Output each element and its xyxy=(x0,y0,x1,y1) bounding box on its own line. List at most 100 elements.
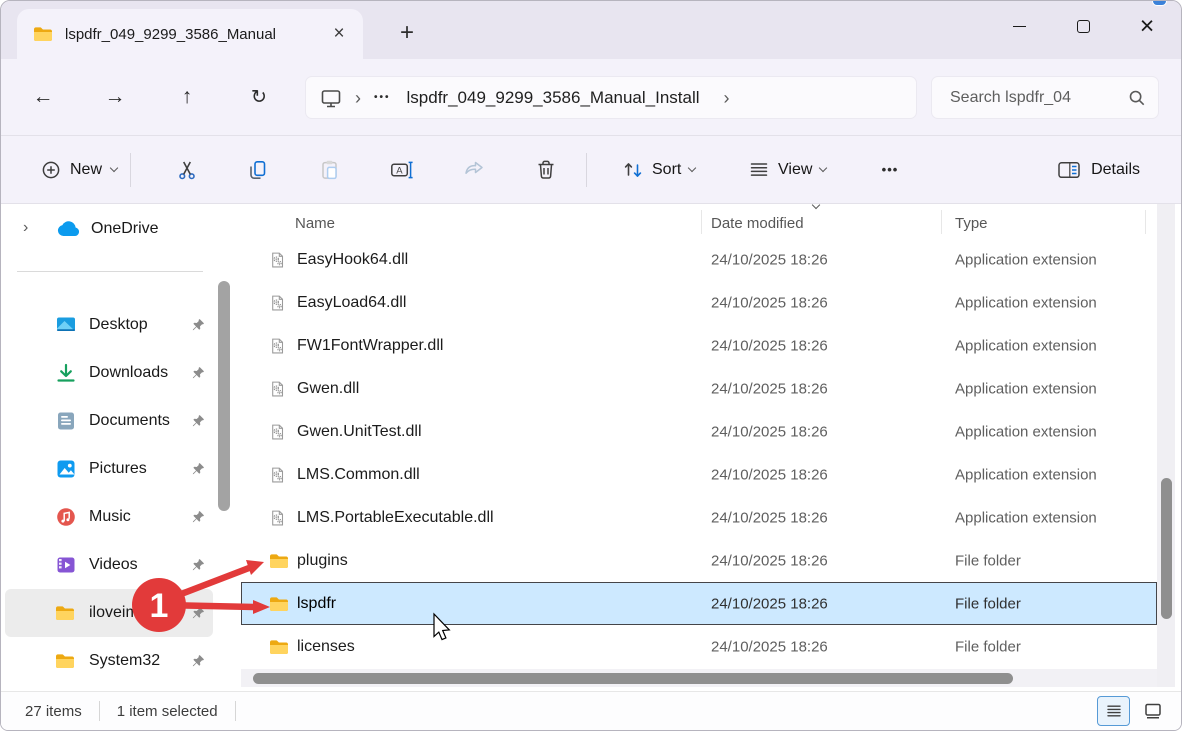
sidebar-item-label: Documents xyxy=(89,412,170,429)
minimize-button[interactable] xyxy=(987,1,1051,51)
file-name: plugins xyxy=(297,551,348,569)
sidebar-item-label: Videos xyxy=(89,556,138,573)
folder-icon xyxy=(55,605,75,621)
file-row[interactable]: lspdfr 24/10/2025 18:26 File folder xyxy=(241,582,1157,625)
sidebar-item-documents[interactable]: Documents xyxy=(5,397,213,445)
file-row[interactable]: EasyHook64.dll 24/10/2025 18:26 Applicat… xyxy=(241,238,1157,281)
copy-button[interactable] xyxy=(236,148,280,192)
column-header-type[interactable]: Type xyxy=(955,215,988,232)
dll-file-icon xyxy=(269,380,286,397)
details-pane-button[interactable]: Details xyxy=(1051,152,1146,188)
sidebar-item-label: System32 xyxy=(89,652,161,669)
pin-icon xyxy=(191,654,205,668)
vertical-scrollbar[interactable] xyxy=(1157,204,1175,687)
column-divider[interactable] xyxy=(701,210,702,234)
toolbar-separator xyxy=(586,152,587,187)
file-date-modified: 24/10/2025 18:26 xyxy=(711,294,828,311)
cut-icon xyxy=(179,161,195,179)
breadcrumb-current-folder[interactable]: lspdfr_049_9299_3586_Manual_Install xyxy=(407,88,700,108)
close-button[interactable]: × xyxy=(1115,1,1179,51)
file-date-modified: 24/10/2025 18:26 xyxy=(711,638,828,655)
more-options-button[interactable]: ••• xyxy=(869,150,911,190)
large-icons-view-icon xyxy=(1145,703,1161,719)
sidebar-item-downloads[interactable]: Downloads xyxy=(5,349,213,397)
sort-button[interactable]: Sort xyxy=(616,151,701,189)
file-name: Gwen.dll xyxy=(297,379,360,397)
new-button[interactable]: New xyxy=(35,152,123,188)
file-name: LMS.PortableExecutable.dll xyxy=(297,508,494,526)
file-row[interactable]: LMS.Common.dll 24/10/2025 18:26 Applicat… xyxy=(241,453,1157,496)
sort-label: Sort xyxy=(652,160,682,178)
sidebar-item-music[interactable]: Music xyxy=(5,493,213,541)
sidebar-scrollbar-thumb[interactable] xyxy=(218,281,230,511)
column-divider[interactable] xyxy=(1145,210,1146,234)
refresh-button[interactable]: ↻ xyxy=(240,78,278,116)
file-row[interactable]: EasyLoad64.dll 24/10/2025 18:26 Applicat… xyxy=(241,281,1157,324)
file-type: Application extension xyxy=(955,294,1097,311)
sidebar-item-onedrive[interactable]: › OneDrive xyxy=(1,207,213,251)
selection-status: 1 item selected xyxy=(116,702,218,720)
sidebar-item-desktop[interactable]: Desktop xyxy=(5,301,213,349)
column-header-name[interactable]: Name xyxy=(295,215,335,232)
dll-file-icon xyxy=(269,466,286,483)
large-icons-view-toggle[interactable] xyxy=(1138,696,1168,726)
window-controls: × xyxy=(987,1,1179,51)
share-button[interactable] xyxy=(452,148,496,192)
cut-button[interactable] xyxy=(165,148,209,192)
sidebar-item-iloveim[interactable]: iloveim xyxy=(5,589,213,637)
tab-close-icon[interactable]: × xyxy=(325,20,353,48)
details-label: Details xyxy=(1091,160,1140,178)
details-pane-icon xyxy=(1058,161,1080,178)
expand-chevron-icon[interactable]: › xyxy=(23,219,28,237)
vertical-scrollbar-thumb[interactable] xyxy=(1160,478,1172,619)
view-button[interactable]: View xyxy=(742,151,832,189)
navigation-pane: › OneDrive Desktop Downloads Documents P… xyxy=(1,204,233,693)
column-header-date-modified[interactable]: Date modified xyxy=(711,215,804,232)
dll-file-icon xyxy=(269,337,286,354)
back-button[interactable]: ← xyxy=(24,78,62,116)
address-bar[interactable]: › ••• lspdfr_049_9299_3586_Manual_Instal… xyxy=(305,76,917,119)
search-input[interactable] xyxy=(948,87,1128,108)
file-row[interactable]: plugins 24/10/2025 18:26 File folder xyxy=(241,539,1157,582)
horizontal-scrollbar-thumb[interactable] xyxy=(253,672,1013,684)
sidebar-item-system32[interactable]: System32 xyxy=(5,637,213,685)
search-box[interactable] xyxy=(931,76,1159,119)
file-name: licenses xyxy=(297,637,355,655)
explorer-tab[interactable]: lspdfr_049_9299_3586_Manual × xyxy=(17,9,363,59)
maximize-icon xyxy=(1076,19,1090,33)
file-row[interactable]: FW1FontWrapper.dll 24/10/2025 18:26 Appl… xyxy=(241,324,1157,367)
column-divider[interactable] xyxy=(941,210,942,234)
sidebar-item-videos[interactable]: Videos xyxy=(5,541,213,589)
pin-icon xyxy=(191,558,205,572)
column-headers: Name Date modified Type xyxy=(241,200,1157,238)
titlebar: lspdfr_049_9299_3586_Manual × + × xyxy=(1,1,1181,59)
breadcrumb-chevron-end-icon[interactable]: › xyxy=(724,89,730,107)
dll-file-icon xyxy=(269,509,286,526)
paste-button[interactable] xyxy=(308,148,352,192)
file-row[interactable]: licenses 24/10/2025 18:26 File folder xyxy=(241,625,1157,668)
maximize-button[interactable] xyxy=(1051,1,1115,51)
search-icon[interactable] xyxy=(1128,89,1146,107)
file-type: Application extension xyxy=(955,423,1097,440)
file-row[interactable]: Gwen.dll 24/10/2025 18:26 Application ex… xyxy=(241,367,1157,410)
pin-icon xyxy=(191,414,205,428)
new-tab-button[interactable]: + xyxy=(389,15,425,51)
command-bar: New A Sort View ••• Details xyxy=(1,136,1181,204)
new-label: New xyxy=(70,160,103,178)
file-row[interactable]: LMS.PortableExecutable.dll 24/10/2025 18… xyxy=(241,496,1157,539)
chevron-down-icon xyxy=(109,163,119,173)
horizontal-scrollbar[interactable] xyxy=(241,669,1157,687)
file-explorer-window: lspdfr_049_9299_3586_Manual × + × ← → ↑ … xyxy=(0,0,1182,731)
pin-icon xyxy=(191,366,205,380)
file-row[interactable]: Gwen.UnitTest.dll 24/10/2025 18:26 Appli… xyxy=(241,410,1157,453)
breadcrumb-ellipsis[interactable]: ••• xyxy=(374,92,391,103)
this-pc-icon[interactable] xyxy=(320,88,342,108)
rename-button[interactable]: A xyxy=(380,148,424,192)
toolbar-separator xyxy=(130,152,131,187)
up-button[interactable]: ↑ xyxy=(168,78,206,116)
details-view-toggle[interactable] xyxy=(1097,696,1130,726)
delete-button[interactable] xyxy=(524,148,568,192)
music-icon xyxy=(55,506,77,528)
sidebar-item-pictures[interactable]: Pictures xyxy=(5,445,213,493)
forward-button[interactable]: → xyxy=(96,78,134,116)
